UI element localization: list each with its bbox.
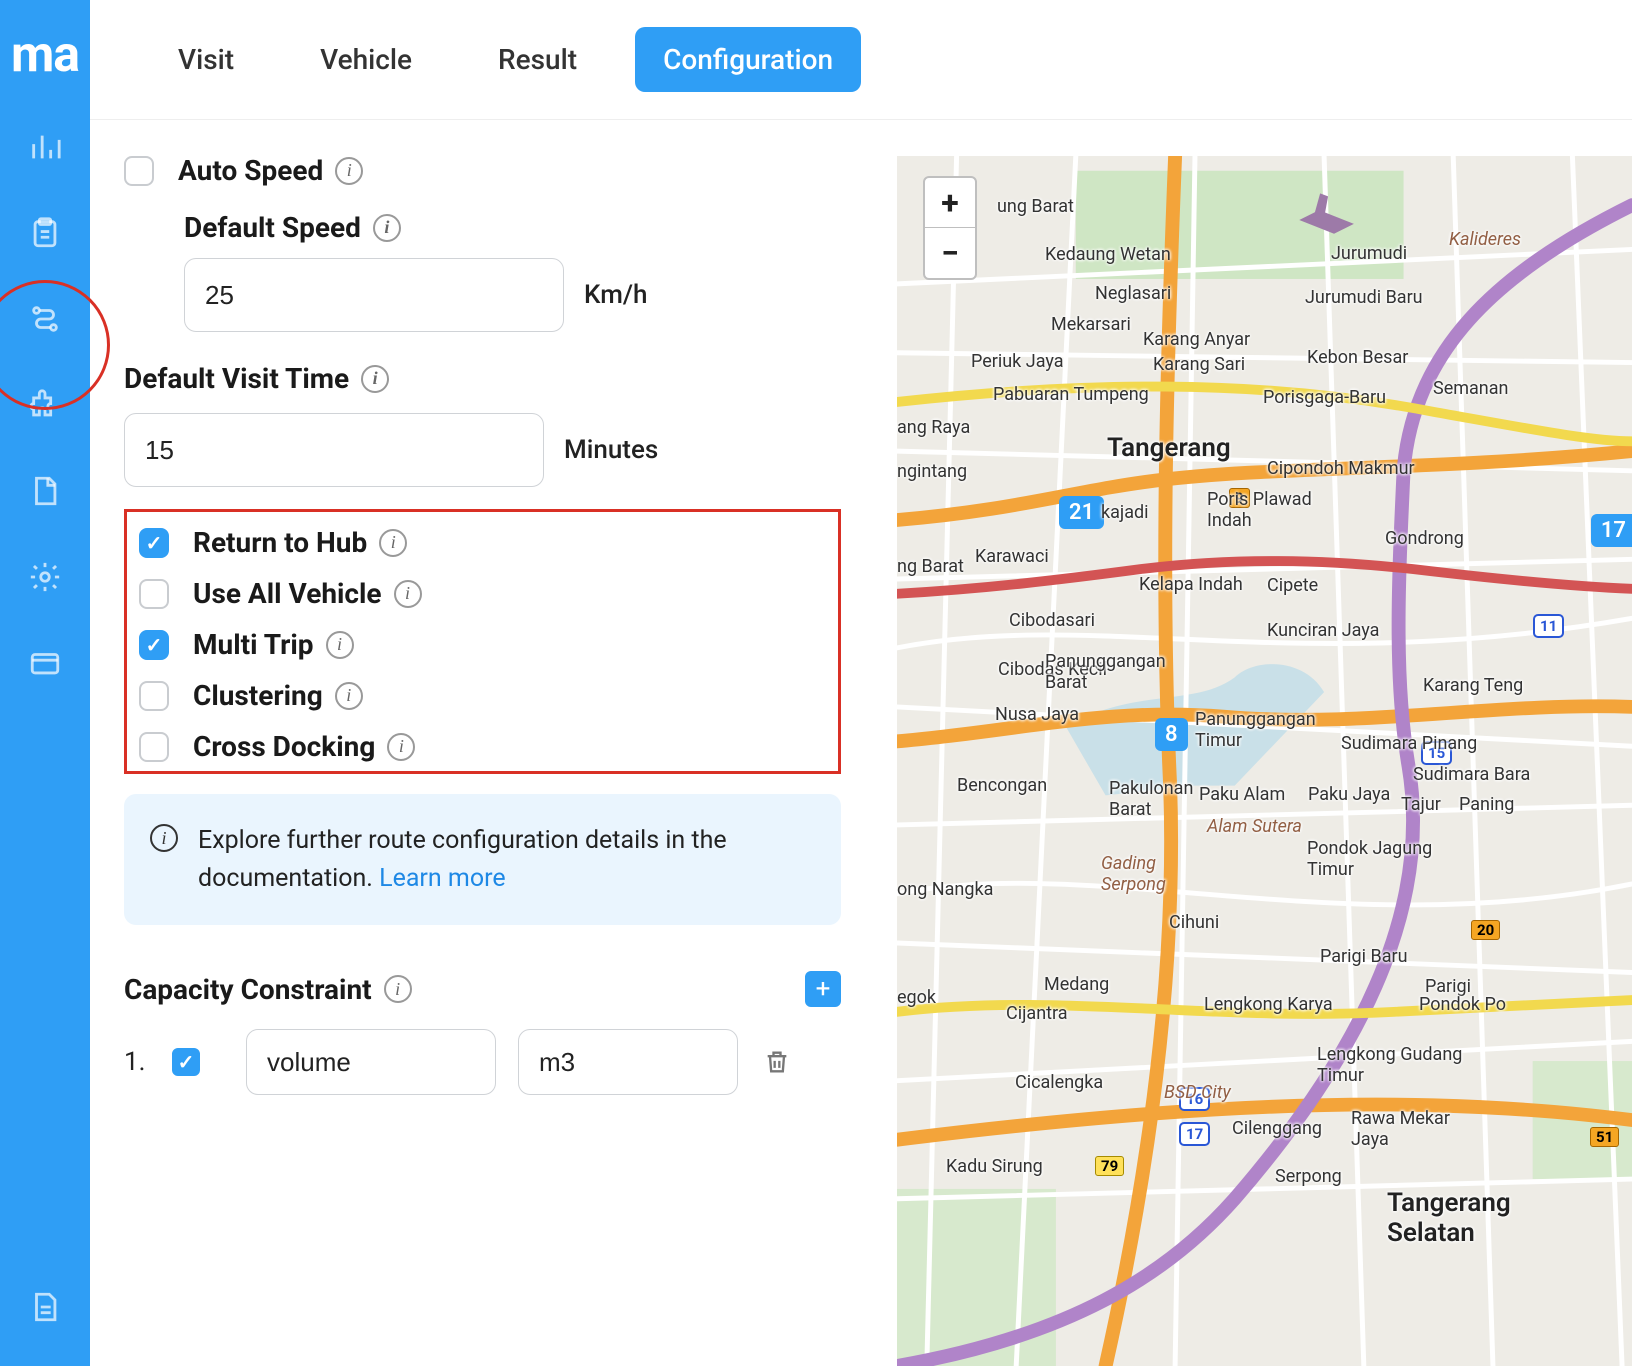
- learn-more-link[interactable]: Learn more: [379, 864, 505, 893]
- default-visit-time-label: Default Visit Time: [124, 362, 349, 395]
- map-marker[interactable]: 17: [1591, 514, 1632, 547]
- info-icon[interactable]: i: [387, 733, 415, 761]
- map-marker[interactable]: 8: [1155, 718, 1188, 751]
- default-speed-unit: Km/h: [584, 280, 647, 310]
- zoom-controls: + −: [923, 176, 977, 280]
- info-icon[interactable]: i: [335, 682, 363, 710]
- tabbar: Visit Vehicle Result Configuration: [90, 0, 1632, 120]
- constraint-name-input[interactable]: [246, 1029, 496, 1095]
- zoom-out-button[interactable]: −: [925, 228, 975, 278]
- logo: ma: [11, 30, 79, 80]
- info-icon: i: [150, 824, 178, 852]
- multi-trip-label: Multi Trip: [193, 628, 314, 661]
- use-all-vehicle-checkbox[interactable]: [139, 579, 169, 609]
- clustering-checkbox[interactable]: [139, 681, 169, 711]
- document-icon[interactable]: [26, 1288, 64, 1326]
- default-speed-label: Default Speed: [184, 211, 361, 244]
- add-constraint-button[interactable]: +: [805, 971, 841, 1007]
- clipboard-icon[interactable]: [26, 214, 64, 252]
- bars-icon[interactable]: [26, 128, 64, 166]
- use-all-vehicle-label: Use All Vehicle: [193, 577, 382, 610]
- constraint-checkbox[interactable]: [172, 1048, 200, 1076]
- info-icon[interactable]: i: [326, 631, 354, 659]
- return-to-hub-checkbox[interactable]: [139, 528, 169, 558]
- zoom-in-button[interactable]: +: [925, 178, 975, 228]
- default-speed-input[interactable]: [184, 258, 564, 332]
- capacity-constraint-label: Capacity Constraint: [124, 973, 372, 1006]
- info-callout: i Explore further route configuration de…: [124, 794, 841, 925]
- file-icon[interactable]: [26, 472, 64, 510]
- clustering-label: Clustering: [193, 679, 323, 712]
- card-icon[interactable]: [26, 644, 64, 682]
- map-marker[interactable]: 21: [1059, 496, 1104, 529]
- default-visit-time-input[interactable]: [124, 413, 544, 487]
- puzzle-icon[interactable]: [26, 386, 64, 424]
- multi-trip-checkbox[interactable]: [139, 630, 169, 660]
- route-icon[interactable]: [26, 300, 64, 338]
- auto-speed-label: Auto Speed: [178, 154, 323, 187]
- tab-vehicle[interactable]: Vehicle: [292, 27, 440, 92]
- trash-icon[interactable]: [760, 1045, 794, 1079]
- gear-icon[interactable]: [26, 558, 64, 596]
- info-icon[interactable]: i: [361, 365, 389, 393]
- constraint-unit-input[interactable]: [518, 1029, 738, 1095]
- return-to-hub-label: Return to Hub: [193, 526, 367, 559]
- constraint-row: 1.: [124, 1029, 841, 1095]
- tab-result[interactable]: Result: [470, 27, 605, 92]
- info-icon[interactable]: i: [335, 157, 363, 185]
- tab-configuration[interactable]: Configuration: [635, 27, 861, 92]
- cross-docking-checkbox[interactable]: [139, 732, 169, 762]
- info-icon[interactable]: i: [373, 214, 401, 242]
- info-icon[interactable]: i: [394, 580, 422, 608]
- info-icon[interactable]: i: [384, 975, 412, 1003]
- config-panel: Auto Speed i Default Speed i Km/h Defaul…: [90, 120, 875, 1366]
- auto-speed-checkbox[interactable]: [124, 156, 154, 186]
- cross-docking-label: Cross Docking: [193, 730, 375, 763]
- sidebar: ma: [0, 0, 90, 1366]
- constraint-index: 1.: [124, 1047, 150, 1077]
- options-group-highlighted: Return to Hub i Use All Vehicle i Multi …: [124, 509, 841, 774]
- map[interactable]: + − 21 8 17 11 15 16 17 9 20 51 79 ung B…: [897, 156, 1632, 1366]
- default-visit-time-unit: Minutes: [564, 435, 658, 465]
- tab-visit[interactable]: Visit: [150, 27, 262, 92]
- info-icon[interactable]: i: [379, 529, 407, 557]
